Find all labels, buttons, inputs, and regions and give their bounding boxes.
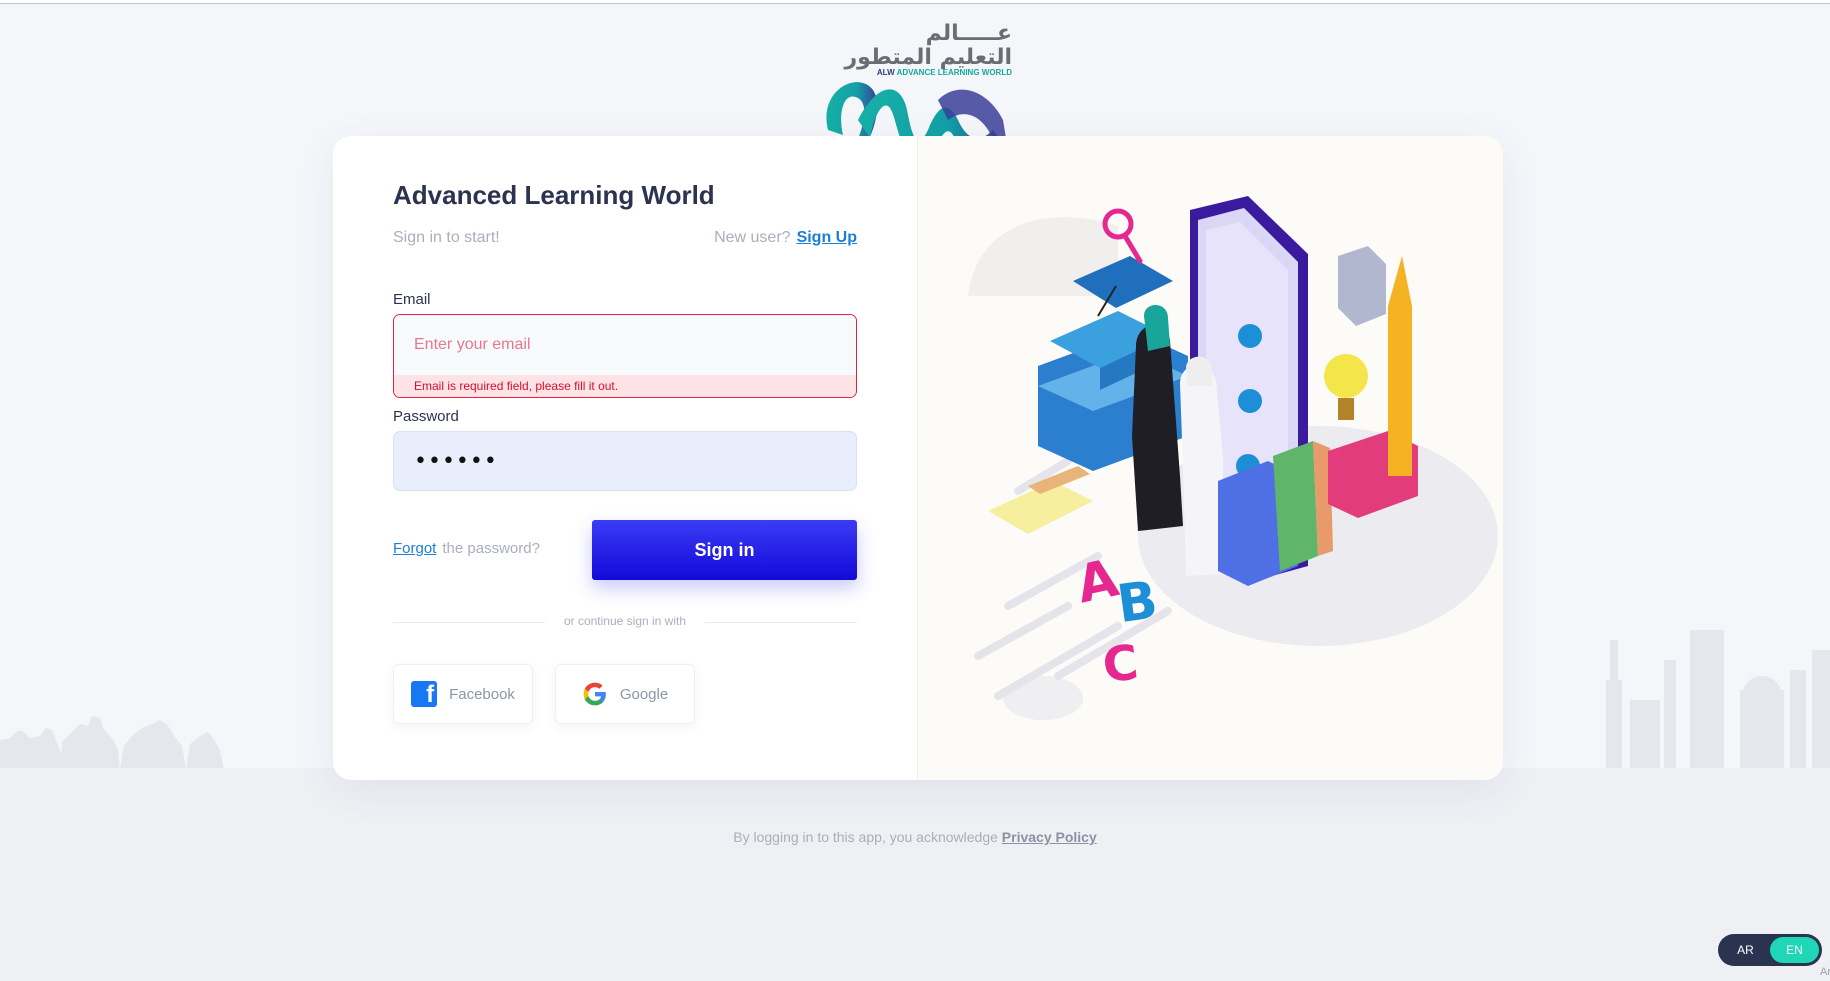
- social-divider: or continue sign in with: [393, 614, 857, 630]
- sign-up-link[interactable]: Sign Up: [797, 229, 857, 246]
- browser-top-edge: [0, 0, 1830, 4]
- login-card: Advanced Learning World Sign in to start…: [333, 136, 1503, 780]
- sign-in-button[interactable]: Sign in: [592, 520, 857, 580]
- forgot-password-link[interactable]: Forgot: [393, 540, 436, 557]
- password-input[interactable]: ••••••: [393, 431, 857, 491]
- svg-text:B: B: [1114, 570, 1162, 635]
- page-footer-background: [0, 768, 1830, 981]
- google-icon: [583, 682, 606, 706]
- svg-text:C: C: [1100, 635, 1141, 694]
- new-user-prompt: New user? Sign Up: [714, 229, 857, 247]
- page-title: Advanced Learning World: [393, 180, 715, 210]
- divider-text: or continue sign in with: [563, 614, 687, 628]
- email-input[interactable]: [394, 315, 856, 375]
- email-field-group: Email is required field, please fill it …: [393, 314, 857, 398]
- login-subtitle: Sign in to start!: [393, 229, 500, 246]
- facebook-label: Facebook: [449, 685, 515, 703]
- google-login-button[interactable]: Google: [555, 664, 695, 724]
- footer-text: By logging in to this app, you acknowled…: [733, 829, 998, 845]
- new-user-text: New user?: [714, 229, 791, 246]
- facebook-icon: f: [411, 681, 438, 707]
- corner-label: Ar: [1820, 966, 1830, 978]
- privacy-policy-link[interactable]: Privacy Policy: [1002, 829, 1097, 845]
- privacy-footer: By logging in to this app, you acknowled…: [0, 829, 1830, 845]
- password-label: Password: [393, 408, 459, 425]
- email-error-message: Email is required field, please fill it …: [394, 375, 856, 397]
- learning-illustration-image: A B C: [968, 196, 1498, 720]
- google-label: Google: [619, 685, 669, 703]
- language-toggle[interactable]: AR EN: [1718, 934, 1822, 966]
- forgot-password-suffix: the password?: [442, 540, 540, 557]
- language-option-en[interactable]: EN: [1770, 937, 1819, 963]
- facebook-login-button[interactable]: f Facebook: [393, 664, 533, 724]
- language-option-ar[interactable]: AR: [1721, 937, 1770, 963]
- email-label: Email: [393, 291, 431, 308]
- forgot-password-row: Forgot the password?: [393, 540, 540, 557]
- illustration-panel: A B C: [917, 136, 1503, 780]
